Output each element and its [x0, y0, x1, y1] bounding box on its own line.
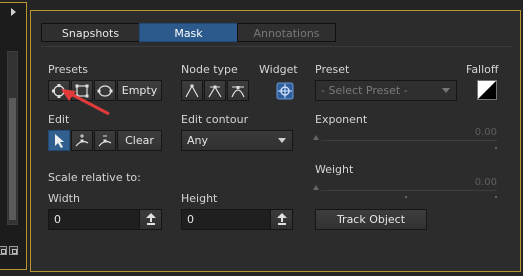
bezier-node-button[interactable]	[227, 80, 249, 101]
height-input[interactable]: 0	[181, 209, 293, 230]
falloff-gradient-icon[interactable]	[477, 80, 497, 100]
tab-annotations: Annotations	[237, 23, 336, 42]
clear-button[interactable]: Clear	[117, 130, 162, 151]
preset-select[interactable]: - Select Preset -	[315, 80, 457, 101]
bezier-node-icon	[230, 83, 246, 99]
select-tool-button[interactable]	[48, 130, 70, 151]
exponent-label: Exponent	[315, 113, 368, 126]
track-object-button[interactable]: Track Object	[315, 209, 427, 230]
layer-icon[interactable]	[0, 246, 7, 255]
widget-button[interactable]	[275, 80, 295, 101]
preset-label: Preset	[315, 63, 350, 76]
height-stepper[interactable]	[270, 210, 292, 229]
falloff-label: Falloff	[466, 63, 499, 76]
node-type-label: Node type	[181, 63, 238, 76]
width-stepper[interactable]	[139, 210, 161, 229]
width-input[interactable]: 0	[48, 209, 162, 230]
scale-relative-label: Scale relative to:	[48, 171, 141, 184]
select-arrow-icon	[52, 133, 66, 149]
exponent-value: 0.00	[474, 127, 497, 138]
scrollbar[interactable]	[7, 51, 18, 225]
width-value: 0	[54, 213, 61, 226]
weight-value: 0.00	[474, 177, 497, 188]
smooth-node-button[interactable]	[204, 80, 226, 101]
corner-node-icon	[184, 83, 200, 99]
tab-snapshots[interactable]: Snapshots	[41, 23, 140, 42]
smooth-node-icon	[207, 83, 223, 99]
preset-select-value: - Select Preset -	[321, 84, 408, 97]
height-label: Height	[181, 192, 218, 205]
edit-label: Edit	[48, 113, 70, 126]
weight-slider-end	[495, 196, 497, 198]
weight-slider-mid	[405, 196, 407, 198]
chevron-down-icon	[442, 88, 450, 93]
add-node-button[interactable]	[71, 130, 93, 151]
exponent-slider-end	[495, 147, 497, 149]
chevron-down-icon	[278, 138, 286, 143]
remove-node-button[interactable]	[94, 130, 116, 151]
add-node-icon	[74, 133, 90, 149]
tab-mask[interactable]: Mask	[139, 23, 238, 42]
tab-bar: Snapshots Mask Annotations	[41, 23, 336, 42]
width-label: Width	[48, 192, 80, 205]
corner-node-button[interactable]	[181, 80, 203, 101]
edit-contour-value: Any	[187, 134, 209, 147]
exponent-slider[interactable]	[321, 140, 497, 141]
side-panel	[0, 2, 27, 270]
height-value: 0	[187, 213, 194, 226]
layer-icon[interactable]	[9, 246, 18, 255]
tab-divider	[41, 46, 511, 47]
remove-node-icon	[97, 133, 113, 149]
up-down-arrow-icon	[145, 212, 156, 225]
presets-label: Presets	[48, 63, 89, 76]
weight-slider[interactable]	[321, 190, 497, 191]
empty-button[interactable]: Empty	[117, 80, 162, 101]
edit-contour-label: Edit contour	[181, 113, 249, 126]
scrollbar-thumb[interactable]	[9, 98, 16, 220]
expand-arrow-icon[interactable]	[11, 8, 16, 16]
edit-contour-select[interactable]: Any	[181, 130, 293, 151]
exponent-slider-handle[interactable]	[313, 135, 319, 140]
weight-slider-handle[interactable]	[313, 185, 319, 190]
up-down-arrow-icon	[276, 212, 287, 225]
widget-label: Widget	[259, 63, 298, 76]
weight-label: Weight	[315, 163, 354, 176]
mask-panel: Snapshots Mask Annotations Presets Empty…	[30, 10, 521, 272]
widget-icon	[276, 82, 294, 100]
